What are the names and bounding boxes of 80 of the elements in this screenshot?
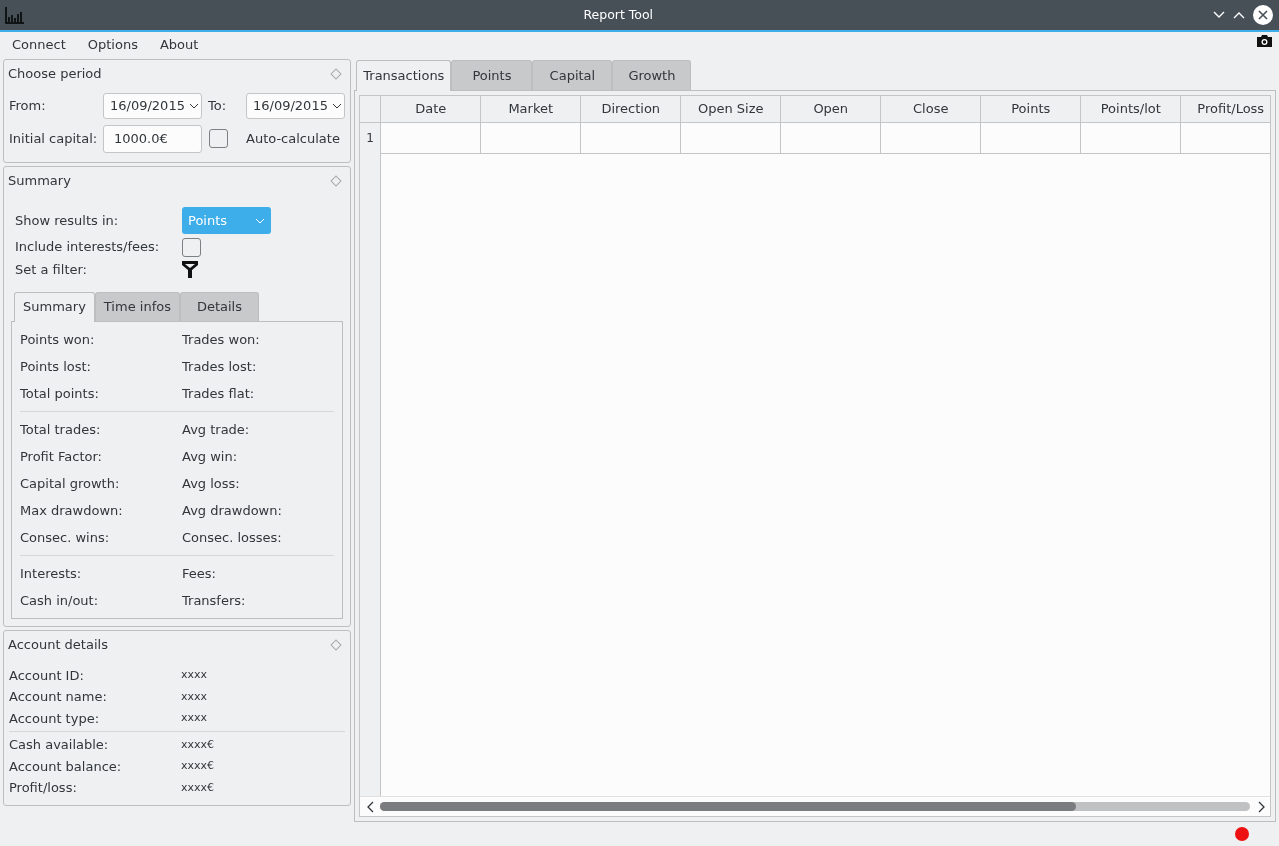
info-value: xxxx — [181, 710, 208, 726]
info-value: xxxx — [181, 688, 208, 705]
stat-label: Cash in/out: — [20, 591, 100, 610]
caret-icon — [255, 217, 265, 224]
info-label: Profit/loss: — [9, 779, 78, 797]
stat-label: Consec. losses: — [182, 528, 282, 547]
menu-item[interactable]: Options — [76, 32, 149, 57]
scroll-right-button[interactable] — [1257, 800, 1265, 813]
stat-label: Consec. wins: — [20, 528, 111, 547]
chart-icon — [5, 6, 25, 24]
camera-icon[interactable] — [1256, 33, 1273, 48]
stat-label: Max drawdown: — [20, 501, 124, 520]
stat-label: Fees: — [182, 564, 216, 583]
checkbox[interactable] — [209, 129, 228, 148]
menu-item[interactable]: About — [148, 32, 210, 57]
stat-label: Capital growth: — [20, 474, 121, 493]
tab[interactable]: Transactions — [356, 60, 452, 91]
stat-label: Trades flat: — [182, 384, 255, 403]
date-field[interactable]: 16/09/2015 — [246, 92, 345, 119]
tab[interactable]: Time infos — [94, 292, 180, 321]
stat-label: Avg trade: — [182, 420, 250, 439]
stat-label: Total points: — [20, 384, 100, 403]
column-header[interactable]: Open — [781, 95, 882, 122]
menu-item[interactable]: Connect — [1, 32, 77, 57]
date-field[interactable]: 16/09/2015 — [103, 92, 202, 119]
field-label: To: — [207, 96, 228, 115]
tab[interactable]: Summary — [14, 292, 95, 322]
row-number: 1 — [365, 129, 375, 147]
stat-label: Avg loss: — [182, 474, 240, 493]
maximize-button[interactable] — [1232, 10, 1246, 20]
stat-label: Transfers: — [182, 591, 246, 610]
column-header[interactable]: Points — [981, 95, 1082, 122]
scrollbar[interactable] — [380, 802, 1250, 811]
field-label: Initial capital: — [9, 129, 99, 148]
info-label: Account balance: — [9, 757, 123, 776]
caret-icon — [332, 102, 342, 109]
tab[interactable]: Capital — [532, 60, 613, 90]
panel-title: Account details — [8, 636, 108, 654]
field-label: Include interests/fees: — [15, 238, 161, 257]
checkbox[interactable] — [182, 237, 201, 257]
column-header[interactable]: Points/lot — [1081, 95, 1182, 122]
field-label: Show results in: — [15, 212, 120, 230]
checkbox-label: Auto-calculate — [246, 129, 340, 148]
info-value: xxxx€ — [181, 758, 215, 774]
stat-label: Profit Factor: — [20, 447, 103, 466]
panel-title: Choose period — [8, 65, 102, 83]
info-value: xxxx€ — [181, 779, 215, 796]
info-value: xxxx€ — [181, 736, 215, 753]
column-header[interactable]: Open Size — [681, 95, 782, 122]
field-label: Set a filter: — [15, 260, 88, 279]
column-header[interactable]: Market — [481, 95, 582, 122]
stat-label: Points lost: — [20, 357, 92, 376]
stat-label: Interests: — [20, 564, 83, 583]
scroll-left-button[interactable] — [367, 800, 376, 813]
info-label: Account ID: — [9, 666, 85, 685]
info-label: Cash available: — [9, 736, 110, 754]
tab[interactable]: Details — [179, 292, 259, 321]
tab[interactable]: Growth — [612, 60, 692, 90]
filter-icon[interactable] — [182, 261, 198, 278]
panel-title: Summary — [8, 171, 71, 190]
column-header[interactable]: Date — [381, 95, 482, 122]
tab[interactable]: Points — [451, 60, 533, 90]
info-label: Account type: — [9, 709, 101, 728]
column-header[interactable]: Direction — [581, 95, 682, 122]
info-value: xxxx — [181, 667, 208, 683]
stat-label: Trades won: — [182, 330, 260, 349]
window-title: Report Tool — [582, 5, 655, 24]
minimize-button[interactable] — [1211, 10, 1226, 20]
stat-label: Avg drawdown: — [182, 501, 282, 520]
caret-icon — [189, 102, 199, 109]
stat-label: Avg win: — [182, 447, 238, 466]
column-header[interactable]: Close — [881, 95, 982, 122]
info-label: Account name: — [9, 688, 108, 706]
stat-label: Total trades: — [20, 420, 102, 439]
capital-field[interactable]: 1000.0€ — [103, 124, 202, 153]
close-button[interactable] — [1252, 5, 1273, 25]
field-label: From: — [9, 96, 47, 115]
column-header[interactable]: Profit/Loss — [1181, 95, 1270, 122]
stat-label: Trades lost: — [182, 357, 257, 376]
stat-label: Points won: — [20, 330, 96, 349]
